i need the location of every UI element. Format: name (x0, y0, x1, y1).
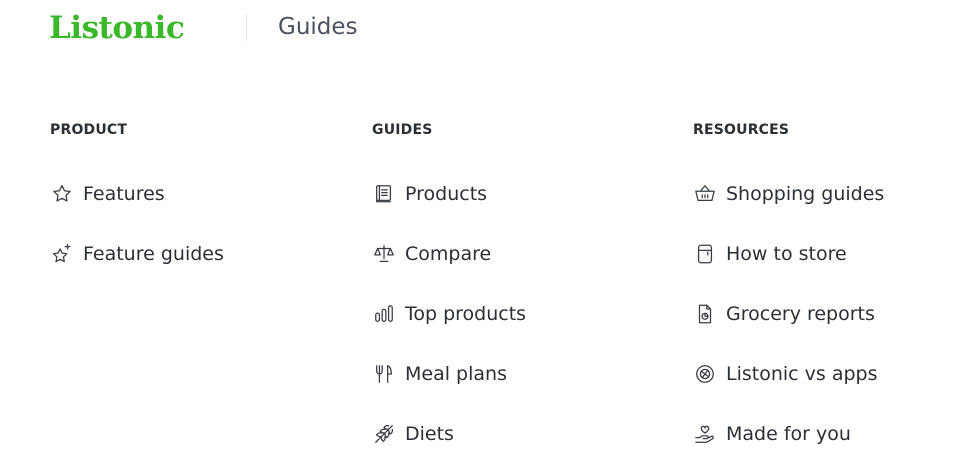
fork-knife-icon (372, 362, 396, 386)
versus-icon (693, 362, 717, 386)
menu-item-feature-guides[interactable]: Feature guides (50, 240, 224, 268)
menu-item-label: Features (83, 183, 165, 205)
menu-item-top-products[interactable]: Top products (372, 300, 526, 328)
heart-hand-icon (693, 422, 717, 446)
menu-item-diets[interactable]: Diets (372, 420, 454, 448)
menu-item-how-to-store[interactable]: How to store (693, 240, 847, 268)
menu-item-listonic-vs-apps[interactable]: Listonic vs apps (693, 360, 878, 388)
listonic-logo[interactable]: Listonic (49, 9, 185, 47)
menu-item-meal-plans[interactable]: Meal plans (372, 360, 507, 388)
scales-icon (372, 242, 396, 266)
menu-item-features[interactable]: Features (50, 180, 165, 208)
menu-item-label: Meal plans (405, 363, 507, 385)
menu-item-label: Listonic vs apps (726, 363, 878, 385)
menu-item-compare[interactable]: Compare (372, 240, 491, 268)
product-column: PRODUCT Features Feature guides (50, 120, 350, 265)
basket-icon (693, 182, 717, 206)
sparkle-star-icon (50, 242, 74, 266)
menu-item-products[interactable]: Products (372, 180, 487, 208)
header-divider (246, 14, 247, 41)
page-section-title: Guides (278, 14, 358, 40)
menu-item-label: Top products (405, 303, 527, 325)
menu-item-grocery-reports[interactable]: Grocery reports (693, 300, 875, 328)
guides-column: GUIDES Products Compare Top products Mea… (372, 120, 672, 445)
wheat-icon (372, 422, 396, 446)
menu-item-label: Shopping guides (726, 183, 885, 205)
bar-chart-icon (372, 302, 396, 326)
menu-item-made-for-you[interactable]: Made for you (693, 420, 851, 448)
resources-heading: RESOURCES (693, 122, 790, 138)
menu-item-label: Compare (405, 243, 492, 265)
menu-item-label: Feature guides (83, 243, 224, 265)
menu-item-label: Products (405, 183, 488, 205)
menu-item-label: Made for you (726, 423, 851, 445)
fridge-icon (693, 242, 717, 266)
menu-item-label: How to store (726, 243, 847, 265)
menu-item-label: Diets (405, 423, 454, 445)
product-heading: PRODUCT (50, 122, 128, 138)
menu-item-shopping-guides[interactable]: Shopping guides (693, 180, 884, 208)
resources-column: RESOURCES Shopping guides How to store G… (693, 120, 974, 445)
top-header: Listonic Guides (0, 0, 974, 56)
guides-heading: GUIDES (372, 122, 433, 138)
report-icon (693, 302, 717, 326)
star-icon (50, 182, 74, 206)
book-icon (372, 182, 396, 206)
menu-item-label: Grocery reports (726, 303, 875, 325)
